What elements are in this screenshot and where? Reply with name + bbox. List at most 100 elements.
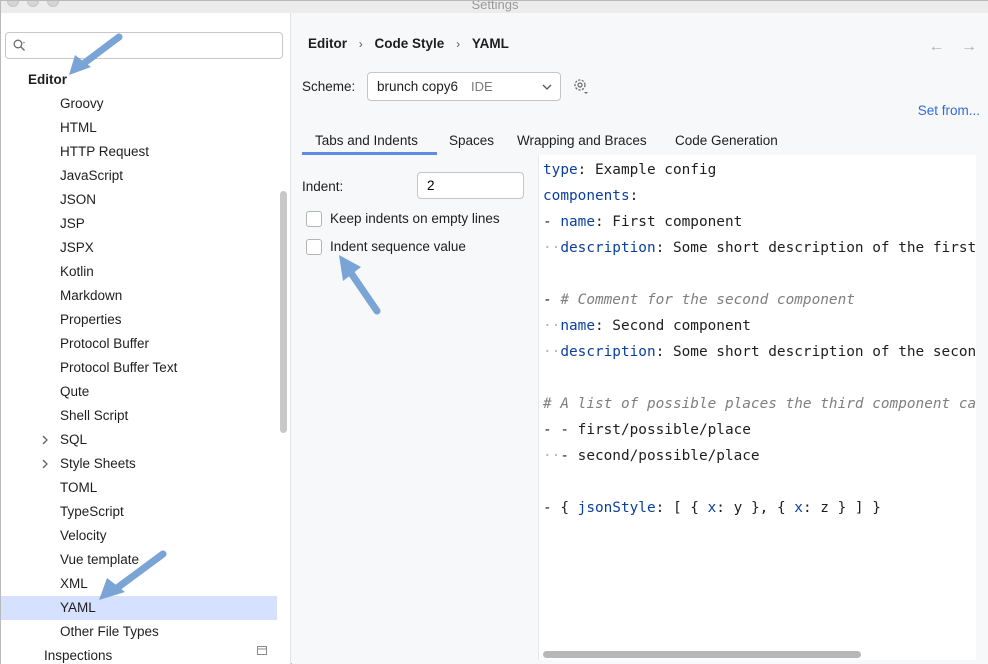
- sidebar-item-kotlin[interactable]: Kotlin: [1, 260, 277, 284]
- yaml-key: jsonStyle: [577, 500, 656, 516]
- yaml-text: : Second component: [594, 318, 751, 334]
- keep-indents-checkbox[interactable]: [306, 211, 322, 227]
- sidebar-item-label: HTML: [60, 120, 97, 135]
- sidebar-item-typescript[interactable]: TypeScript: [1, 500, 277, 524]
- yaml-key: name: [560, 318, 595, 334]
- scheme-value: brunch copy6: [377, 79, 459, 94]
- sidebar-item-label: Protocol Buffer: [60, 336, 150, 351]
- search-icon: [13, 39, 25, 51]
- sidebar-item-style-sheets[interactable]: Style Sheets: [1, 452, 277, 476]
- tab-code-generation[interactable]: Code Generation: [675, 133, 778, 148]
- sidebar-item-label: TypeScript: [60, 504, 124, 519]
- yaml-text: : Some short description of the second: [655, 344, 976, 360]
- code-line: # A list of possible places the third co…: [543, 394, 976, 420]
- sidebar-item-vue-template[interactable]: Vue template: [1, 548, 277, 572]
- sidebar-item-label: Protocol Buffer Text: [60, 360, 178, 375]
- sidebar-item-sql[interactable]: SQL: [1, 428, 277, 452]
- sidebar-item-velocity[interactable]: Velocity: [1, 524, 277, 548]
- sidebar-item-label: JavaScript: [60, 168, 124, 183]
- sidebar-item-label: XML: [60, 576, 88, 591]
- sidebar-item-other-file-types[interactable]: Other File Types: [1, 620, 277, 644]
- tab-spaces[interactable]: Spaces: [449, 133, 494, 148]
- indent-field[interactable]: [417, 172, 524, 199]
- sidebar-item-json[interactable]: JSON: [1, 188, 277, 212]
- sidebar-item-jspx[interactable]: JSPX: [1, 236, 277, 260]
- sidebar-item-label: HTTP Request: [60, 144, 150, 159]
- sidebar-item-http-request[interactable]: HTTP Request: [1, 140, 277, 164]
- history-nav: ← →: [917, 38, 977, 56]
- yaml-text: -: [543, 214, 561, 230]
- sidebar-item-label: Qute: [60, 384, 90, 399]
- sidebar-item-protocol-buffer-text[interactable]: Protocol Buffer Text: [1, 356, 277, 380]
- sidebar-item-label: Inspections: [44, 648, 113, 663]
- sidebar-item-markdown[interactable]: Markdown: [1, 284, 277, 308]
- sidebar-item-groovy[interactable]: Groovy: [1, 92, 277, 116]
- code-style-tabs: Tabs and Indents Spaces Wrapping and Bra…: [302, 129, 982, 155]
- settings-sidebar: Editor Groovy HTML HTTP Request JavaScript JS…: [1, 13, 291, 664]
- code-line: - - first/possible/place: [543, 420, 751, 446]
- sidebar-item-html[interactable]: HTML: [1, 116, 277, 140]
- search-input[interactable]: [36, 36, 276, 55]
- chevron-right-icon[interactable]: [41, 435, 49, 445]
- sidebar-item-jsp[interactable]: JSP: [1, 212, 277, 236]
- code-line: ··description: Some short description of…: [543, 342, 976, 368]
- sidebar-item-label: Kotlin: [60, 264, 94, 279]
- yaml-text: - {: [543, 500, 578, 516]
- scheme-dropdown[interactable]: brunch copy6 IDE: [367, 72, 561, 101]
- tab-wrapping-and-braces[interactable]: Wrapping and Braces: [517, 133, 647, 148]
- scheme-scope-tag: IDE: [471, 79, 493, 94]
- sidebar-item-label: Velocity: [60, 528, 107, 543]
- sidebar-item-label: Markdown: [60, 288, 123, 303]
- yaml-text: : [ {: [655, 500, 708, 516]
- chevron-right-icon[interactable]: [41, 459, 49, 469]
- indent-guide-dots: ··: [543, 344, 561, 360]
- sidebar-item-editor[interactable]: Editor: [1, 68, 277, 92]
- preview-horizontal-scrollbar[interactable]: [543, 651, 861, 658]
- yaml-key: description: [560, 240, 656, 256]
- gear-icon[interactable]: [572, 77, 590, 95]
- sidebar-scrollbar[interactable]: [280, 191, 287, 433]
- scheme-label: Scheme:: [302, 79, 356, 94]
- sidebar-item-inspections[interactable]: Inspections: [1, 644, 277, 664]
- sidebar-item-yaml[interactable]: YAML: [1, 596, 277, 620]
- sidebar-item-label: JSON: [60, 192, 97, 207]
- chevron-down-icon: [542, 84, 552, 90]
- code-line: ··- second/possible/place: [543, 446, 760, 472]
- breadcrumb: Editor › Code Style › YAML: [308, 36, 509, 51]
- sidebar-item-label: Groovy: [60, 96, 104, 111]
- indent-sequence-checkbox[interactable]: [306, 239, 322, 255]
- sidebar-item-toml[interactable]: TOML: [1, 476, 277, 500]
- yaml-key: name: [560, 214, 595, 230]
- indent-label: Indent:: [302, 179, 344, 194]
- indent-sequence-label[interactable]: Indent sequence value: [330, 239, 466, 254]
- active-tab-indicator: [302, 152, 437, 155]
- sidebar-item-label: Style Sheets: [60, 456, 136, 471]
- keep-indents-label[interactable]: Keep indents on empty lines: [330, 211, 500, 226]
- yaml-text: - second/possible/place: [560, 448, 760, 464]
- yaml-key: x: [794, 500, 803, 516]
- yaml-comment: # A list of possible places the third co…: [543, 396, 976, 412]
- yaml-text: -: [543, 292, 561, 308]
- forward-arrow-icon[interactable]: →: [961, 38, 977, 56]
- set-from-link[interactable]: Set from...: [918, 103, 980, 118]
- back-arrow-icon[interactable]: ←: [929, 38, 945, 56]
- sidebar-item-label: Properties: [60, 312, 122, 327]
- chevron-right-icon: ›: [456, 37, 461, 51]
- code-line: - # Comment for the second component: [543, 290, 855, 316]
- search-box[interactable]: [5, 32, 283, 59]
- sidebar-item-qute[interactable]: Qute: [1, 380, 277, 404]
- breadcrumb-editor[interactable]: Editor: [308, 36, 347, 51]
- breadcrumb-code-style[interactable]: Code Style: [375, 36, 445, 51]
- sidebar-item-javascript[interactable]: JavaScript: [1, 164, 277, 188]
- tab-tabs-and-indents[interactable]: Tabs and Indents: [315, 133, 418, 148]
- sidebar-item-xml[interactable]: XML: [1, 572, 277, 596]
- sidebar-item-shell-script[interactable]: Shell Script: [1, 404, 277, 428]
- code-line: components:: [543, 186, 638, 212]
- yaml-text: : z } ] }: [802, 500, 881, 516]
- sidebar-item-label: JSPX: [60, 240, 94, 255]
- sidebar-item-properties[interactable]: Properties: [1, 308, 277, 332]
- sidebar-item-protocol-buffer[interactable]: Protocol Buffer: [1, 332, 277, 356]
- yaml-text: : Some short description of the first: [655, 240, 976, 256]
- sidebar-item-label: Vue template: [60, 552, 140, 567]
- collapse-panel-icon[interactable]: [257, 646, 267, 655]
